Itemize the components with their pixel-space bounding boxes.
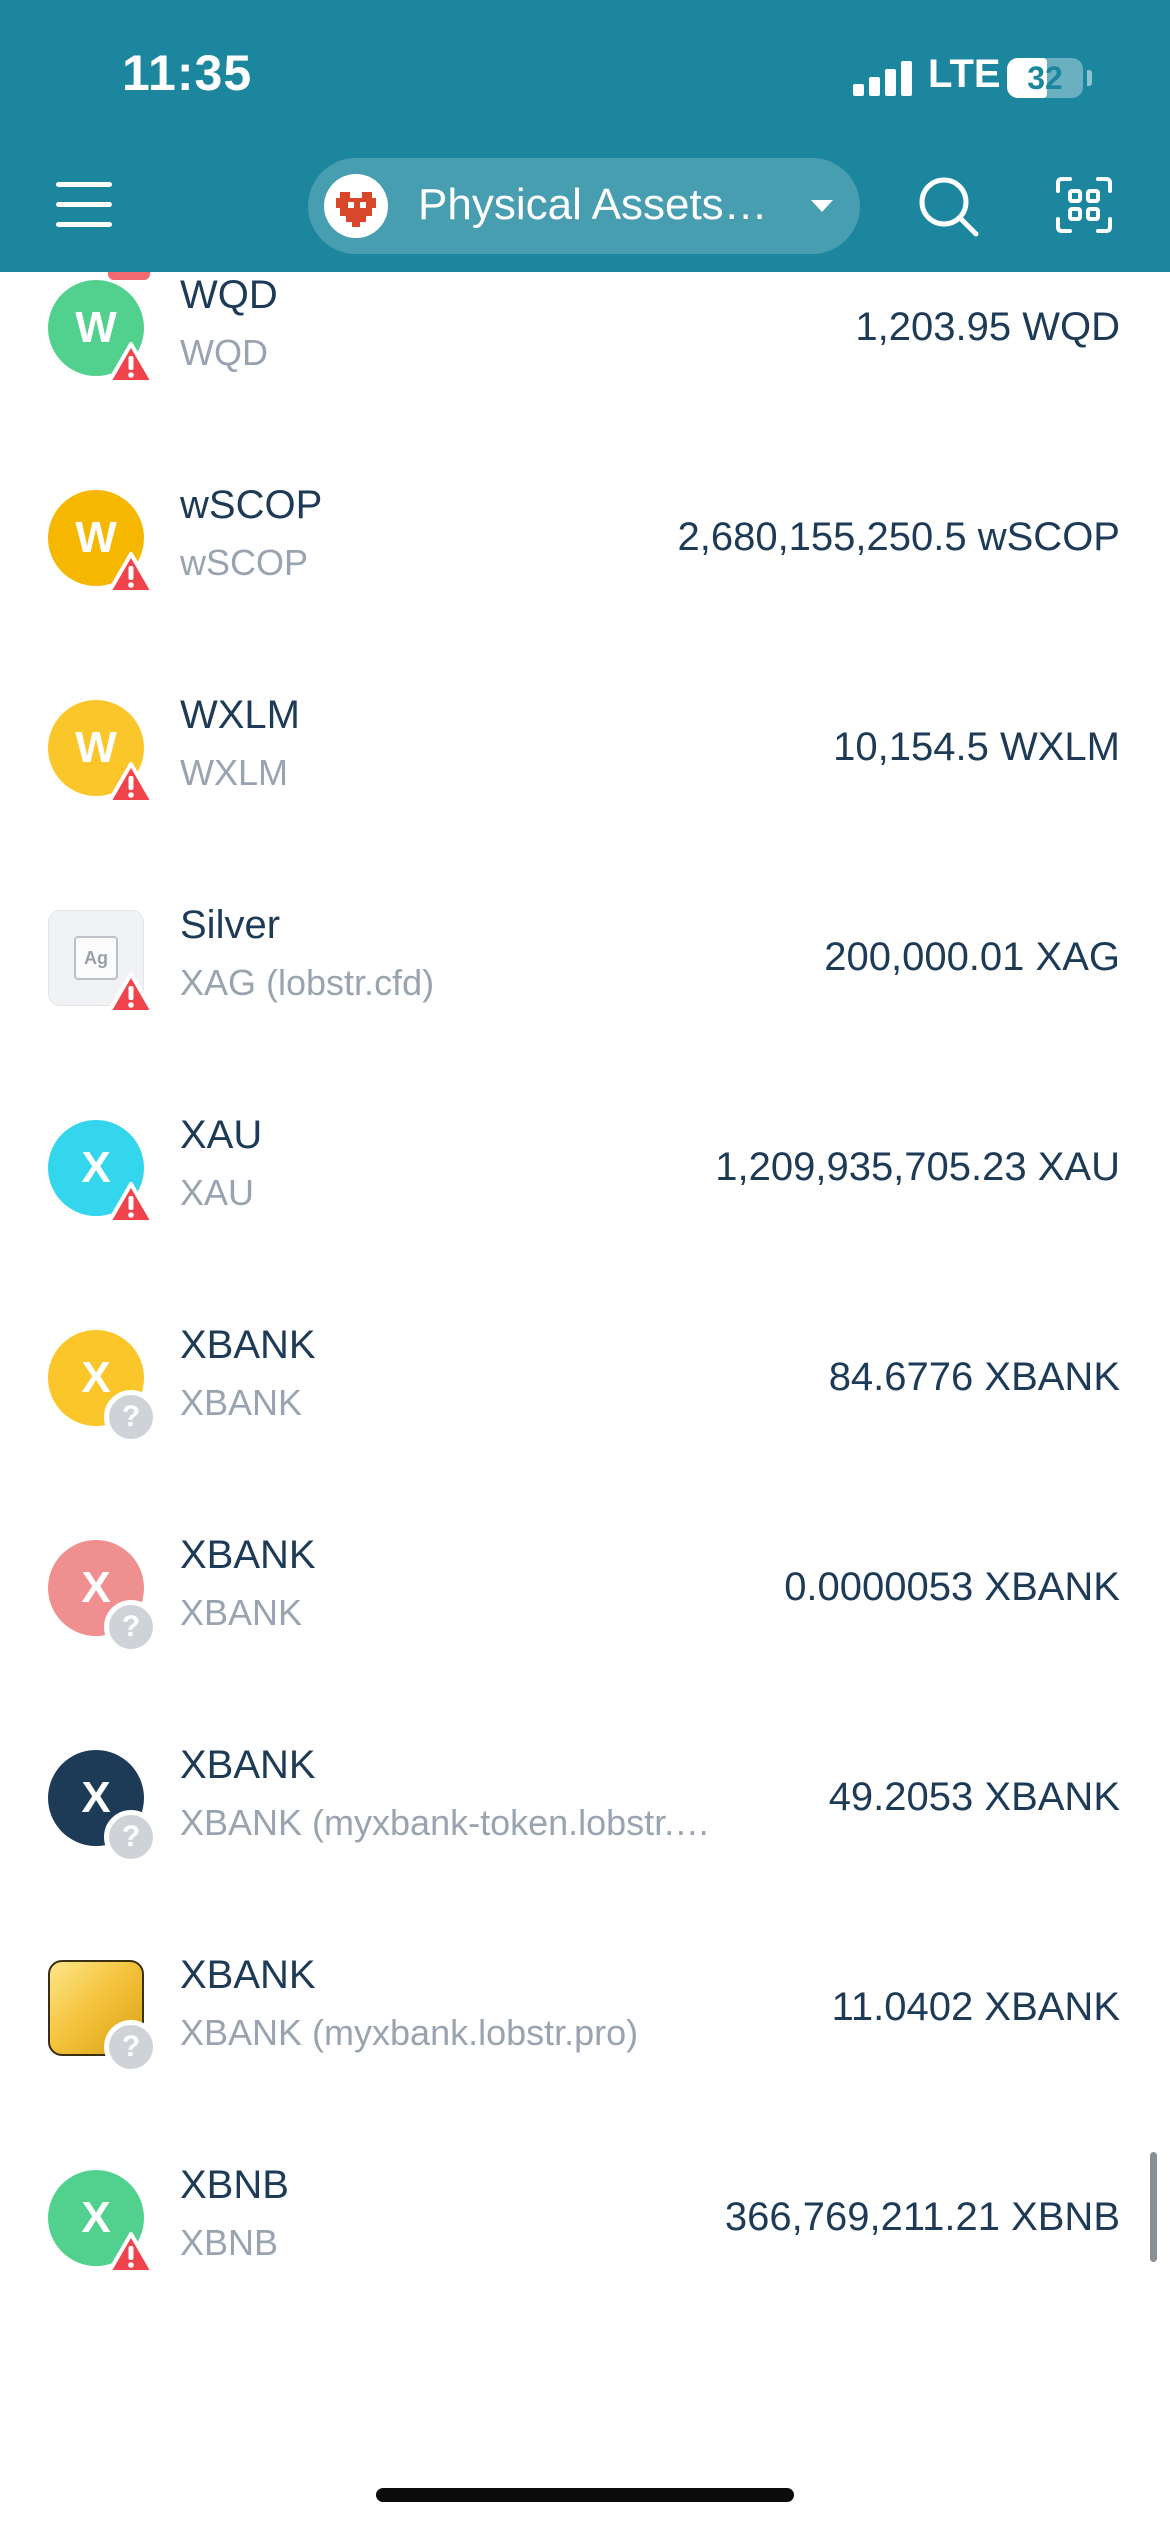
asset-row[interactable]: WwSCOP wSCOP 2,680,155,250.5 wSCOP <box>0 433 1170 643</box>
asset-name: XBANK <box>180 1533 316 1577</box>
asset-amount: 84.6776 XBANK <box>828 1355 1120 1399</box>
asset-code: XAU <box>180 1172 255 1213</box>
asset-name: WQD <box>180 273 278 317</box>
account-selector[interactable]: Physical Assets… <box>308 158 860 254</box>
warning-icon <box>106 550 156 596</box>
asset-row[interactable]: Ag Silver XAG (lobstr.cfd) 200,000.01 XAG <box>0 853 1170 1063</box>
asset-row[interactable]: X? XBANK XBANK 0.0000053 XBANK <box>0 1483 1170 1693</box>
scrollbar[interactable] <box>1150 2152 1157 2262</box>
asset-code: XBANK <box>180 1592 303 1633</box>
asset-code: WXLM <box>180 752 288 793</box>
asset-name: XBANK <box>180 1743 316 1787</box>
unknown-asset-icon: ? <box>104 2020 158 2074</box>
network-label: LTE <box>928 52 1001 96</box>
asset-name: XBNB <box>180 2163 289 2207</box>
warning-icon <box>106 1180 156 1226</box>
asset-row[interactable]: ? XBANK XBANK (myxbank.lobstr.pro) 11.0402 … <box>0 1903 1170 2113</box>
asset-letter: X <box>81 1353 111 1402</box>
asset-amount: 49.2053 XBANK <box>828 1775 1120 1819</box>
asset-name: wSCOP <box>180 483 323 527</box>
warning-icon <box>106 2230 156 2276</box>
warning-icon <box>106 970 156 1016</box>
search-icon[interactable] <box>914 172 984 242</box>
battery-icon: 32 <box>1007 58 1083 98</box>
top-bar: 11:35 LTE 32 Physical Assets… <box>0 0 1170 272</box>
asset-row[interactable]: W WXLM WXLM 10,154.5 WXLM <box>0 643 1170 853</box>
asset-name: Silver <box>180 903 281 947</box>
asset-amount: 10,154.5 WXLM <box>833 725 1120 769</box>
asset-amount: 200,000.01 XAG <box>824 935 1120 979</box>
battery-tip <box>1087 70 1092 86</box>
asset-code: XBNB <box>180 2222 279 2263</box>
account-label: Physical Assets… <box>418 180 768 229</box>
qr-scan-icon[interactable] <box>1054 175 1114 235</box>
asset-row[interactable]: X? XBANK XBANK 84.6776 XBANK <box>0 1273 1170 1483</box>
asset-letter: X <box>81 1773 111 1822</box>
warning-icon <box>106 760 156 806</box>
unknown-asset-icon: ? <box>104 1810 158 1864</box>
asset-amount: 2,680,155,250.5 wSCOP <box>677 515 1120 559</box>
asset-code: wSCOP <box>180 542 309 583</box>
asset-row[interactable]: X XAU XAU 1,209,935,705.23 XAU <box>0 1063 1170 1273</box>
asset-amount: 11.0402 XBANK <box>831 1985 1120 2029</box>
asset-name: XBANK <box>180 1953 316 1997</box>
hamburger-icon[interactable] <box>56 180 112 230</box>
unknown-asset-icon: ? <box>104 1600 158 1654</box>
asset-code: XBANK (myxbank.lobstr.pro) <box>180 2012 639 2053</box>
asset-amount: 1,203.95 WQD <box>855 305 1120 349</box>
unknown-asset-icon: ? <box>104 1390 158 1444</box>
pixel-heart-logo <box>324 174 388 238</box>
asset-row[interactable]: X XBNB XBNB 366,769,211.21 XBNB <box>0 2113 1170 2323</box>
asset-amount: 1,209,935,705.23 XAU <box>715 1145 1120 1189</box>
signal-icon <box>853 60 913 96</box>
status-time: 11:35 <box>122 45 253 101</box>
asset-code: XBANK <box>180 1382 303 1423</box>
asset-name: XAU <box>180 1113 263 1157</box>
asset-code: WQD <box>180 332 268 373</box>
asset-row[interactable]: X? XBANK XBANK (myxbank-token.lobstr.… 49.2… <box>0 1693 1170 1903</box>
warning-icon <box>106 340 156 386</box>
asset-name: WXLM <box>180 693 300 737</box>
asset-letter: X <box>81 1563 111 1612</box>
battery-level: 32 <box>1027 60 1063 96</box>
caret-down-icon <box>811 200 833 212</box>
asset-amount: 0.0000053 XBANK <box>784 1565 1120 1609</box>
asset-code: XBANK (myxbank-token.lobstr.… <box>180 1802 711 1843</box>
asset-code: XAG (lobstr.cfd) <box>180 962 435 1003</box>
asset-name: XBANK <box>180 1323 316 1367</box>
home-indicator[interactable] <box>376 2488 794 2502</box>
asset-amount: 366,769,211.21 XBNB <box>724 2195 1120 2239</box>
